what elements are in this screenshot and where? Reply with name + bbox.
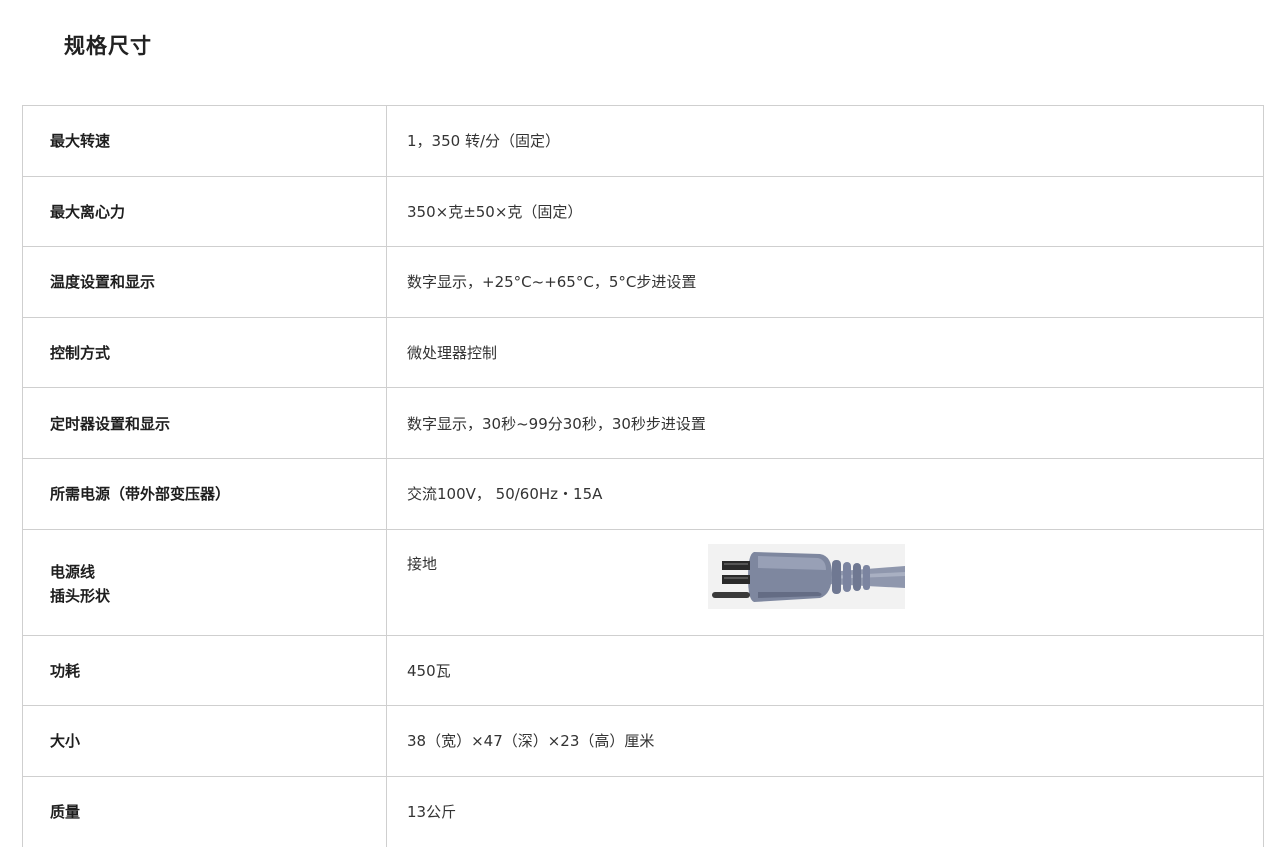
row-value: 数字显示，30秒~99分30秒，30秒步进设置: [386, 387, 1264, 459]
row-label: 所需电源（带外部变压器）: [22, 457, 387, 530]
row-label: 大小: [22, 705, 387, 777]
table-row: 电源线 插头形状 接地: [22, 528, 1264, 636]
table-row: 温度设置和显示 数字显示，+25°C~+65°C，5°C步进设置: [22, 246, 1264, 318]
spec-table: 最大转速 1，350 转/分（固定） 最大离心力 350×克±50×克（固定） …: [22, 105, 1264, 847]
row-label: 质量: [22, 775, 387, 847]
page-title: 规格尺寸: [64, 34, 152, 58]
row-value: 350×克±50×克（固定）: [386, 175, 1264, 248]
row-value: 接地: [407, 554, 438, 573]
grounded-plug-image: [708, 543, 905, 609]
row-value: 13公斤: [386, 775, 1264, 847]
table-row: 最大转速 1，350 转/分（固定）: [22, 105, 1264, 177]
row-label: 定时器设置和显示: [22, 387, 387, 459]
table-row: 质量 13公斤: [22, 775, 1264, 847]
table-row: 控制方式 微处理器控制: [22, 316, 1264, 389]
row-label: 电源线 插头形状: [22, 528, 387, 636]
row-value: 1，350 转/分（固定）: [386, 105, 1264, 177]
row-value: 交流100V， 50/60Hz・15A: [386, 457, 1264, 530]
table-row: 大小 38（宽）×47（深）×23（高）厘米: [22, 705, 1264, 777]
row-label: 最大离心力: [22, 175, 387, 248]
row-value: 微处理器控制: [386, 316, 1264, 389]
row-label: 功耗: [22, 634, 387, 707]
row-value: 数字显示，+25°C~+65°C，5°C步进设置: [386, 246, 1264, 318]
row-label: 控制方式: [22, 316, 387, 389]
row-label: 最大转速: [22, 105, 387, 177]
table-row: 定时器设置和显示 数字显示，30秒~99分30秒，30秒步进设置: [22, 387, 1264, 459]
table-row: 最大离心力 350×克±50×克（固定）: [22, 175, 1264, 248]
table-row: 所需电源（带外部变压器） 交流100V， 50/60Hz・15A: [22, 457, 1264, 530]
row-label: 温度设置和显示: [22, 246, 387, 318]
row-label-line2: 插头形状: [50, 587, 111, 606]
row-value: 450瓦: [386, 634, 1264, 707]
row-value-cell: 接地: [386, 528, 1264, 636]
row-value: 38（宽）×47（深）×23（高）厘米: [386, 705, 1264, 777]
row-label-line1: 电源线: [50, 563, 96, 582]
table-row: 功耗 450瓦: [22, 634, 1264, 707]
